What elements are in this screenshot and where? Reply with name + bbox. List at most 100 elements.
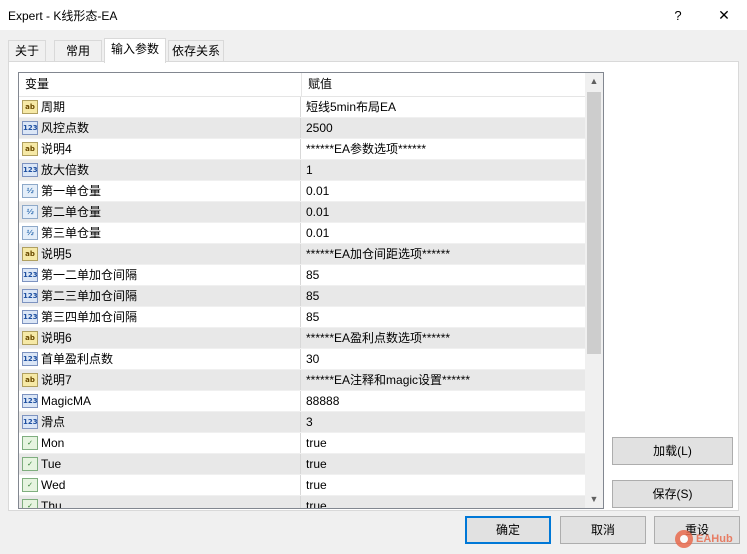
bool-type-icon: ✓ (22, 436, 38, 450)
value-cell[interactable]: 短线5min布局EA (302, 97, 585, 117)
variable-cell[interactable]: ab 说明4 (19, 139, 301, 159)
cancel-button[interactable]: 取消 (560, 516, 646, 544)
variable-cell[interactable]: ½ 第一单仓量 (19, 181, 301, 201)
help-icon: ? (674, 7, 682, 23)
variable-cell[interactable]: ab 说明5 (19, 244, 301, 264)
save-button[interactable]: 保存(S) (612, 480, 733, 508)
variable-name: 第三单仓量 (41, 226, 102, 240)
table-row[interactable]: ab 说明4 ******EA参数选项****** (19, 139, 585, 160)
vertical-scrollbar[interactable]: ▲ ▼ (585, 73, 603, 508)
table-row[interactable]: ab 说明6 ******EA盈利点数选项****** (19, 328, 585, 349)
value-cell[interactable]: ******EA参数选项****** (302, 139, 585, 159)
inputs-grid[interactable]: 变量 赋值 ab 周期 短线5min布局EA 123 风控点数 2500 ab 说明4 ****… (18, 72, 604, 509)
variable-name: 第二三单加仓间隔 (41, 289, 138, 303)
variable-cell[interactable]: ½ 第二单仓量 (19, 202, 301, 222)
header-variable[interactable]: 变量 (19, 73, 301, 96)
variable-cell[interactable]: ✓ Wed (19, 475, 301, 495)
variable-cell[interactable]: 123 滑点 (19, 412, 301, 432)
table-row[interactable]: ½ 第二单仓量 0.01 (19, 202, 585, 223)
value-cell[interactable]: 0.01 (302, 181, 585, 201)
value-cell[interactable]: ******EA注释和magic设置****** (302, 370, 585, 390)
value-cell[interactable]: ******EA盈利点数选项****** (302, 328, 585, 348)
variable-cell[interactable]: 123 MagicMA (19, 391, 301, 411)
help-button[interactable]: ? (655, 0, 701, 30)
string-type-icon: ab (22, 373, 38, 387)
variable-cell[interactable]: 123 首单盈利点数 (19, 349, 301, 369)
value-cell[interactable]: ******EA加仓间距选项****** (302, 244, 585, 264)
table-row[interactable]: ½ 第一单仓量 0.01 (19, 181, 585, 202)
table-row[interactable]: ✓ Tue true (19, 454, 585, 475)
variable-cell[interactable]: ab 说明7 (19, 370, 301, 390)
value-cell[interactable]: 88888 (302, 391, 585, 411)
table-row[interactable]: 123 滑点 3 (19, 412, 585, 433)
table-row[interactable]: 123 MagicMA 88888 (19, 391, 585, 412)
scroll-thumb[interactable] (587, 92, 601, 354)
value-cell[interactable]: 85 (302, 307, 585, 327)
variable-cell[interactable]: 123 第一二单加仓间隔 (19, 265, 301, 285)
variable-cell[interactable]: 123 放大倍数 (19, 160, 301, 180)
table-row[interactable]: ½ 第三单仓量 0.01 (19, 223, 585, 244)
integer-type-icon: 123 (22, 352, 38, 366)
integer-type-icon: 123 (22, 268, 38, 282)
integer-type-icon: 123 (22, 394, 38, 408)
value-cell[interactable]: 3 (302, 412, 585, 432)
tab-inputs[interactable]: 输入参数 (104, 38, 166, 63)
variable-cell[interactable]: ✓ Thu (19, 496, 301, 508)
table-row[interactable]: 123 风控点数 2500 (19, 118, 585, 139)
table-row[interactable]: 123 放大倍数 1 (19, 160, 585, 181)
value-cell[interactable]: 30 (302, 349, 585, 369)
variable-cell[interactable]: ✓ Mon (19, 433, 301, 453)
variable-cell[interactable]: ✓ Tue (19, 454, 301, 474)
table-row[interactable]: ✓ Wed true (19, 475, 585, 496)
double-type-icon: ½ (22, 226, 38, 240)
table-row[interactable]: 123 第二三单加仓间隔 85 (19, 286, 585, 307)
table-row[interactable]: ab 说明5 ******EA加仓间距选项****** (19, 244, 585, 265)
value-cell[interactable]: true (302, 433, 585, 453)
load-button[interactable]: 加载(L) (612, 437, 733, 465)
tab-dependencies[interactable]: 依存关系 (168, 40, 224, 62)
value-cell[interactable]: 85 (302, 265, 585, 285)
bool-type-icon: ✓ (22, 499, 38, 508)
variable-cell[interactable]: ab 周期 (19, 97, 301, 117)
value-cell[interactable]: true (302, 454, 585, 474)
value-cell[interactable]: true (302, 496, 585, 508)
table-row[interactable]: 123 第三四单加仓间隔 85 (19, 307, 585, 328)
ok-button[interactable]: 确定 (465, 516, 551, 544)
scroll-down-icon[interactable]: ▼ (585, 491, 603, 508)
watermark-logo-icon (675, 530, 693, 548)
variable-name: Tue (41, 457, 62, 471)
variable-name: 第二单仓量 (41, 205, 102, 219)
table-row[interactable]: ✓ Mon true (19, 433, 585, 454)
integer-type-icon: 123 (22, 289, 38, 303)
variable-cell[interactable]: 123 风控点数 (19, 118, 301, 138)
variable-cell[interactable]: 123 第二三单加仓间隔 (19, 286, 301, 306)
value-cell[interactable]: true (302, 475, 585, 495)
table-row[interactable]: ✓ Thu true (19, 496, 585, 508)
variable-cell[interactable]: 123 第三四单加仓间隔 (19, 307, 301, 327)
variable-name: 第一单仓量 (41, 184, 102, 198)
value-cell[interactable]: 1 (302, 160, 585, 180)
value-cell[interactable]: 0.01 (302, 223, 585, 243)
scroll-up-icon[interactable]: ▲ (585, 73, 603, 90)
tab-about[interactable]: 关于 (8, 40, 46, 62)
value-cell[interactable]: 85 (302, 286, 585, 306)
variable-name: 说明6 (41, 331, 72, 345)
variable-cell[interactable]: ½ 第三单仓量 (19, 223, 301, 243)
value-cell[interactable]: 2500 (302, 118, 585, 138)
variable-cell[interactable]: ab 说明6 (19, 328, 301, 348)
table-row[interactable]: ab 周期 短线5min布局EA (19, 97, 585, 118)
integer-type-icon: 123 (22, 415, 38, 429)
string-type-icon: ab (22, 331, 38, 345)
tab-common[interactable]: 常用 (54, 40, 102, 62)
variable-name: 说明4 (41, 142, 72, 156)
close-button[interactable]: ✕ (701, 0, 747, 30)
table-row[interactable]: ab 说明7 ******EA注释和magic设置****** (19, 370, 585, 391)
variable-name: MagicMA (41, 394, 92, 408)
bool-type-icon: ✓ (22, 478, 38, 492)
value-cell[interactable]: 0.01 (302, 202, 585, 222)
table-row[interactable]: 123 第一二单加仓间隔 85 (19, 265, 585, 286)
table-row[interactable]: 123 首单盈利点数 30 (19, 349, 585, 370)
header-value[interactable]: 赋值 (302, 73, 585, 96)
integer-type-icon: 123 (22, 121, 38, 135)
variable-name: 风控点数 (41, 121, 90, 135)
